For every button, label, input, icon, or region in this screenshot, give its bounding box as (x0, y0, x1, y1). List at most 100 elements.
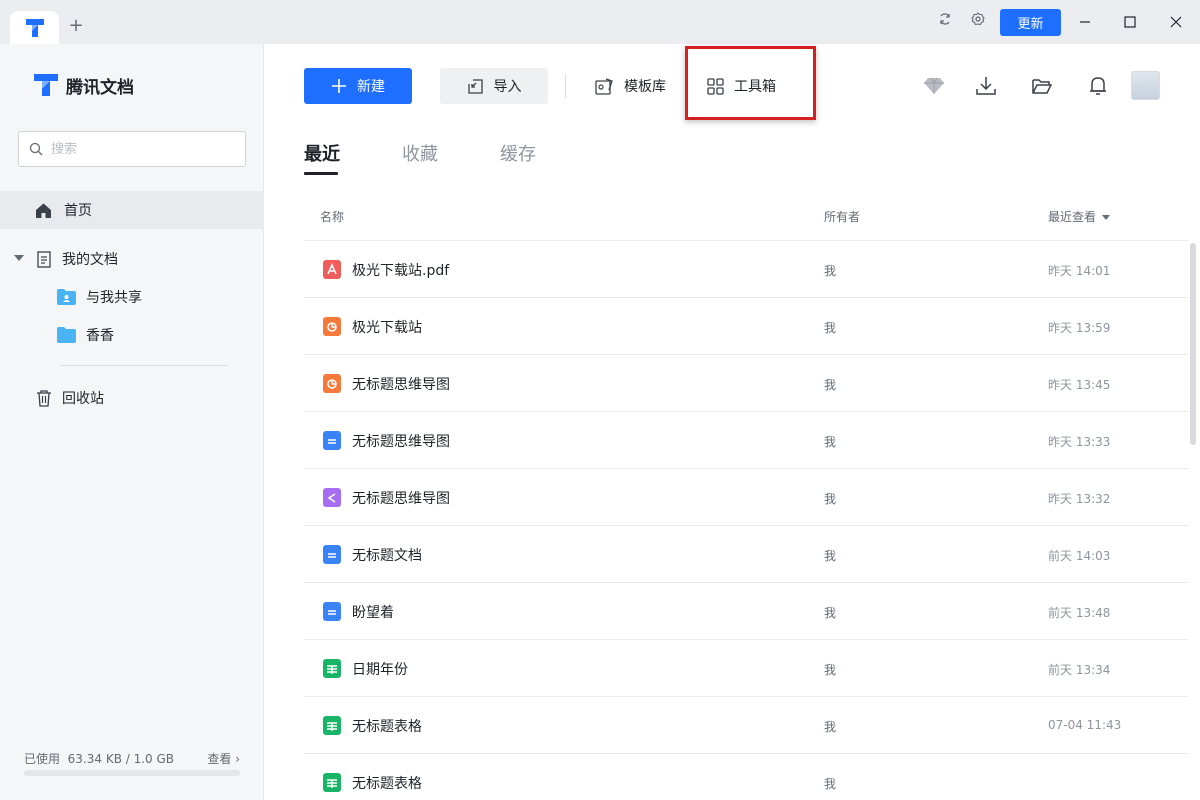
file-last-viewed: 前天 13:48 (1048, 606, 1111, 620)
avatar[interactable] (1131, 71, 1160, 100)
tab-recent[interactable]: 最近 (304, 140, 340, 175)
sidebar-item-folder[interactable]: 香香 (57, 325, 114, 345)
bell-icon[interactable] (1086, 74, 1110, 98)
file-last-viewed: 前天 14:03 (1048, 549, 1111, 563)
search-icon (29, 142, 43, 156)
sidebar-item-trash[interactable]: 回收站 (36, 388, 104, 408)
file-name[interactable]: 无标题文档 (352, 545, 422, 565)
minimize-icon[interactable] (1074, 11, 1096, 33)
table-row[interactable]: 极光下载站 我 昨天 13:59 (304, 298, 1188, 355)
sheet-file-icon (323, 659, 341, 678)
file-owner: 我 (824, 378, 837, 392)
table-row[interactable]: 无标题思维导图 我 昨天 13:45 (304, 355, 1188, 412)
mindmap-file-icon (323, 488, 341, 507)
sheet-file-icon (323, 716, 341, 735)
sort-down-icon (1102, 215, 1111, 220)
brand[interactable]: 腾讯文档 (32, 72, 134, 98)
close-icon[interactable] (1165, 11, 1187, 33)
file-last-viewed: 07-04 11:43 (1048, 718, 1122, 732)
tab-cache[interactable]: 缓存 (500, 140, 536, 166)
sidebar-item-shared[interactable]: 与我共享 (57, 287, 142, 307)
templates-label: 模板库 (624, 79, 666, 95)
file-owner: 我 (824, 492, 837, 506)
column-header-name: 名称 (320, 210, 345, 224)
table-row[interactable]: 日期年份 我 前天 13:34 (304, 640, 1188, 697)
open-folder-icon[interactable] (1030, 74, 1054, 98)
chevron-down-icon[interactable] (14, 255, 24, 261)
sidebar-item-home[interactable]: 首页 (0, 191, 264, 229)
storage-progress-bar (24, 770, 240, 776)
search-box[interactable] (18, 131, 246, 167)
shared-folder-icon (57, 289, 76, 305)
table-row[interactable]: 无标题表格 我 07-04 11:43 (304, 697, 1188, 754)
file-name[interactable]: 无标题思维导图 (352, 374, 450, 394)
tencent-docs-logo-icon (25, 18, 44, 37)
sheet-file-icon (323, 773, 341, 792)
title-bar: + 更新 (0, 0, 1200, 44)
table-row[interactable]: 极光下载站.pdf 我 昨天 14:01 (304, 241, 1188, 298)
file-owner: 我 (824, 321, 837, 335)
file-owner: 我 (824, 720, 837, 734)
file-last-viewed: 昨天 14:01 (1048, 264, 1111, 278)
trash-icon (37, 389, 51, 407)
file-owner: 我 (824, 549, 837, 563)
table-row[interactable]: 无标题文档 我 前天 14:03 (304, 526, 1188, 583)
search-input[interactable] (51, 141, 221, 157)
doc-file-icon (323, 545, 341, 564)
file-owner: 我 (824, 264, 837, 278)
tooltip-overlay (1026, 760, 1190, 800)
doc-file-icon (323, 602, 341, 621)
new-button[interactable]: 新建 (304, 68, 412, 104)
templates-button[interactable]: 模板库 (595, 68, 666, 104)
template-icon (595, 77, 613, 95)
update-button[interactable]: 更新 (1000, 9, 1061, 36)
sidebar-item-label: 香香 (86, 328, 114, 344)
slide-file-icon (323, 317, 341, 336)
diamond-icon[interactable] (922, 74, 946, 98)
file-name[interactable]: 无标题表格 (352, 773, 422, 793)
import-button[interactable]: 导入 (440, 68, 548, 104)
highlight-box (685, 46, 816, 120)
document-icon (37, 250, 51, 268)
file-last-viewed: 昨天 13:33 (1048, 435, 1111, 449)
sidebar-item-my-docs[interactable]: 我的文档 (36, 249, 118, 269)
file-last-viewed: 昨天 13:45 (1048, 378, 1111, 392)
file-name[interactable]: 极光下载站.pdf (352, 260, 449, 280)
file-name[interactable]: 盼望着 (352, 602, 394, 622)
file-name[interactable]: 日期年份 (352, 659, 408, 679)
table-row[interactable]: 无标题思维导图 我 昨天 13:33 (304, 412, 1188, 469)
sidebar-divider (60, 365, 228, 366)
file-owner: 我 (824, 777, 837, 791)
home-icon (36, 203, 51, 218)
maximize-icon[interactable] (1119, 11, 1141, 33)
column-header-time[interactable]: 最近查看 (1048, 208, 1111, 225)
tab-bar: 最近 收藏 缓存 (304, 140, 536, 175)
doc-file-icon (323, 431, 341, 450)
file-last-viewed: 前天 13:34 (1048, 663, 1111, 677)
app-tab[interactable] (10, 11, 59, 44)
file-name[interactable]: 无标题思维导图 (352, 488, 450, 508)
table-row[interactable]: 无标题思维导图 我 昨天 13:32 (304, 469, 1188, 526)
new-tab-button[interactable]: + (66, 16, 86, 36)
folder-icon (57, 327, 76, 343)
scrollbar[interactable] (1190, 243, 1196, 445)
file-name[interactable]: 无标题表格 (352, 716, 422, 736)
tab-favorites[interactable]: 收藏 (402, 140, 438, 166)
sidebar-item-label: 与我共享 (86, 290, 142, 306)
sidebar-item-label: 我的文档 (62, 252, 118, 268)
storage-view-link[interactable]: 查看 › (207, 750, 240, 767)
import-icon (467, 78, 483, 94)
sync-icon[interactable] (935, 12, 955, 32)
tencent-docs-logo-icon (34, 74, 58, 96)
file-last-viewed: 昨天 13:59 (1048, 321, 1111, 335)
toolbar-divider (565, 74, 566, 98)
file-name[interactable]: 无标题思维导图 (352, 431, 450, 451)
download-icon[interactable] (974, 74, 998, 98)
plus-icon (332, 79, 346, 93)
column-header-owner: 所有者 (824, 210, 861, 224)
file-name[interactable]: 极光下载站 (352, 317, 422, 337)
settings-icon[interactable] (968, 12, 988, 32)
file-owner: 我 (824, 435, 837, 449)
table-row[interactable]: 盼望着 我 前天 13:48 (304, 583, 1188, 640)
storage-usage: 已使用 63.34 KB / 1.0 GB (24, 752, 175, 766)
